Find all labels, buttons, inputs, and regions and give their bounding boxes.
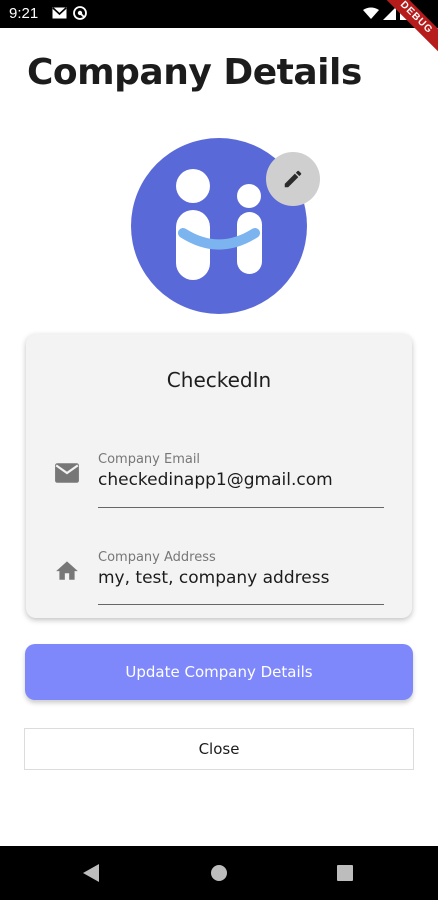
address-label: Company Address (98, 550, 216, 565)
back-icon[interactable] (82, 863, 100, 883)
pencil-icon (284, 170, 302, 188)
edit-logo-button[interactable] (266, 152, 320, 206)
home-icon (56, 561, 78, 580)
email-underline (98, 507, 384, 508)
navigation-bar (0, 846, 438, 900)
signal-icon (383, 6, 396, 20)
recents-icon[interactable] (336, 863, 354, 883)
email-field[interactable]: checkedinapp1@gmail.com (98, 470, 333, 490)
update-company-button[interactable]: Update Company Details (25, 644, 413, 700)
wifi-icon (363, 7, 379, 19)
address-field[interactable]: my, test, company address (98, 568, 329, 588)
company-name: CheckedIn (166, 368, 272, 392)
email-icon (55, 463, 79, 483)
home-nav-icon[interactable] (210, 863, 228, 883)
sync-icon (73, 6, 87, 20)
address-underline (98, 604, 384, 605)
email-label: Company Email (98, 452, 201, 467)
status-bar: 9:21 (0, 0, 438, 28)
gmail-icon (52, 7, 67, 19)
status-time: 9:21 (9, 5, 39, 22)
company-info-card: CheckedIn Company Email checkedinapp1@gm… (26, 334, 412, 618)
page-title: Company Details (27, 52, 362, 93)
close-button[interactable]: Close (24, 728, 414, 770)
notification-icons (52, 6, 87, 20)
